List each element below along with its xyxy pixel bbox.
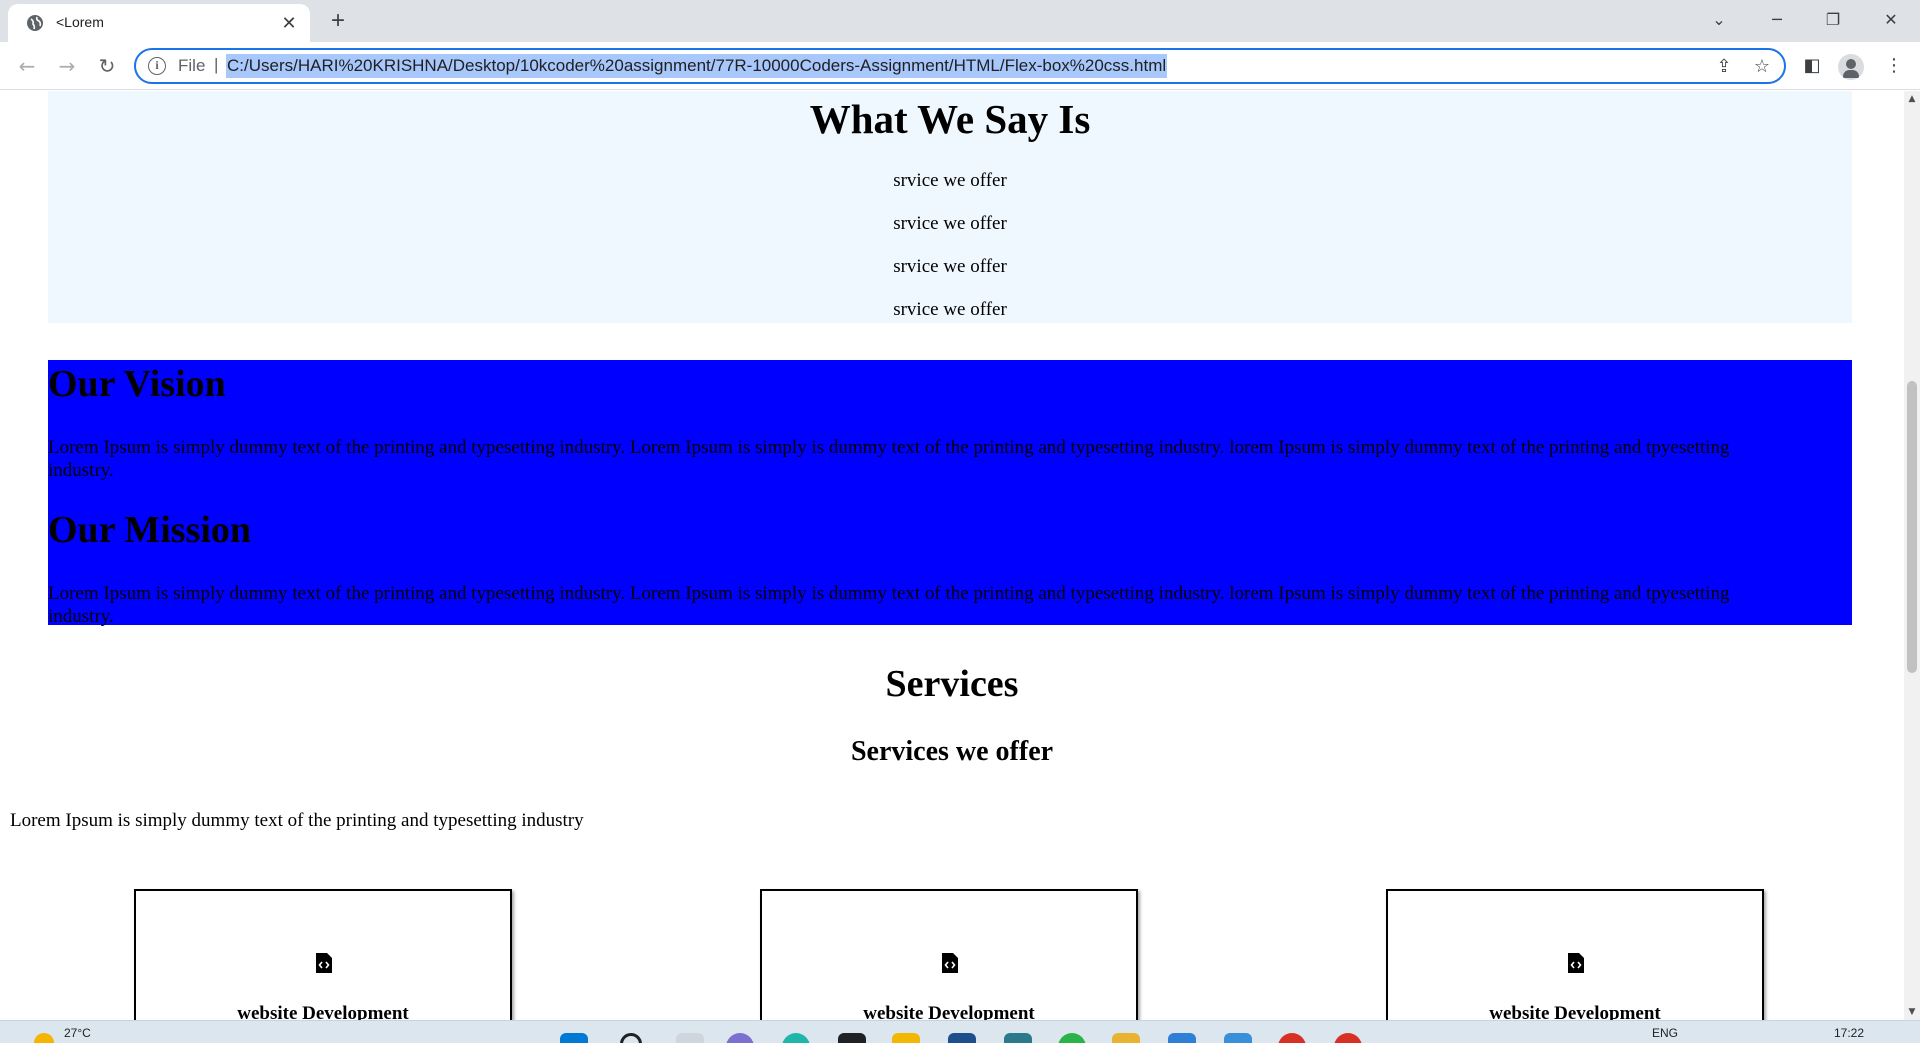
- restore-button[interactable]: ❐: [1810, 4, 1856, 36]
- say-item: srvice we offer: [893, 213, 1007, 234]
- forward-arrow-icon[interactable]: →: [52, 51, 82, 81]
- share-icon[interactable]: ⇪: [1712, 55, 1736, 79]
- file-explorer-icon[interactable]: [892, 1033, 920, 1043]
- info-icon[interactable]: i: [148, 57, 166, 75]
- card-title: website Development: [1489, 1003, 1661, 1020]
- search-icon[interactable]: [620, 1033, 642, 1043]
- clock-time[interactable]: 17:22: [1834, 1026, 1864, 1040]
- section-title: What We Say Is: [809, 96, 1091, 142]
- chrome-icon[interactable]: [1334, 1033, 1362, 1043]
- page-scrollbar[interactable]: ▲ ▼: [1904, 91, 1920, 1020]
- page-viewport: What We Say Is srvice we offer srvice we…: [0, 91, 1904, 1020]
- minimize-button[interactable]: ─: [1754, 4, 1800, 36]
- windows-start-icon[interactable]: [560, 1033, 588, 1043]
- scroll-up-arrow-icon[interactable]: ▲: [1904, 91, 1920, 107]
- card-title: website Development: [237, 1003, 409, 1020]
- side-panel-icon[interactable]: ◧: [1798, 52, 1826, 80]
- file-code-icon: [316, 953, 332, 973]
- service-card: website Development: [760, 889, 1138, 1020]
- chat-app-icon[interactable]: [726, 1033, 754, 1043]
- app-icon[interactable]: [1224, 1033, 1252, 1043]
- globe-icon: [27, 15, 43, 31]
- tab-title: <Lorem: [56, 14, 104, 30]
- services-description: Lorem Ipsum is simply dummy text of the …: [10, 810, 584, 831]
- edge-browser-icon[interactable]: [782, 1033, 810, 1043]
- services-title: Services: [885, 663, 1019, 705]
- reload-icon[interactable]: ↻: [92, 51, 122, 81]
- bookmark-star-icon[interactable]: ☆: [1750, 55, 1774, 79]
- tab-search-chevron-icon[interactable]: ⌄: [1696, 4, 1742, 36]
- task-view-icon[interactable]: [676, 1033, 704, 1043]
- address-bar[interactable]: i File | C:/Users/HARI%20KRISHNA/Desktop…: [134, 48, 1786, 84]
- app-icon[interactable]: [1278, 1033, 1306, 1043]
- say-item: srvice we offer: [893, 256, 1007, 277]
- spotify-icon[interactable]: [1058, 1033, 1086, 1043]
- scroll-thumb[interactable]: [1907, 381, 1917, 673]
- store-app-icon[interactable]: [948, 1033, 976, 1043]
- new-tab-button[interactable]: +: [324, 8, 352, 36]
- close-tab-icon[interactable]: ✕: [278, 12, 300, 34]
- tab-strip: <Lorem ✕ + ⌄ ─ ❐ ✕: [0, 0, 1920, 42]
- vision-mission-section: Our Vision Lorem Ipsum is simply dummy t…: [48, 360, 1852, 627]
- app-icon[interactable]: [1112, 1033, 1140, 1043]
- weather-sun-icon[interactable]: [34, 1033, 54, 1043]
- say-item: srvice we offer: [893, 170, 1007, 191]
- url-text[interactable]: C:/Users/HARI%20KRISHNA/Desktop/10kcoder…: [226, 54, 1168, 78]
- widgets-app-icon[interactable]: [838, 1033, 866, 1043]
- file-code-icon: [942, 953, 958, 973]
- os-taskbar: 27°C ENG 17:22: [0, 1020, 1920, 1043]
- profile-avatar[interactable]: [1838, 54, 1864, 80]
- browser-tab[interactable]: <Lorem ✕: [8, 4, 310, 42]
- url-separator: |: [214, 55, 219, 74]
- mission-heading: Our Mission: [48, 509, 252, 551]
- url-scheme-label: File: [178, 56, 206, 75]
- card-title: website Development: [863, 1003, 1035, 1020]
- app-icon[interactable]: [1004, 1033, 1032, 1043]
- close-window-button[interactable]: ✕: [1868, 4, 1914, 36]
- input-language[interactable]: ENG: [1652, 1026, 1678, 1040]
- vscode-icon[interactable]: [1168, 1033, 1196, 1043]
- browser-toolbar: ← → ↻ i File | C:/Users/HARI%20KRISHNA/D…: [0, 42, 1920, 90]
- service-card: website Development: [1386, 889, 1764, 1020]
- what-we-say-section: What We Say Is srvice we offer srvice we…: [48, 91, 1852, 323]
- say-item: srvice we offer: [893, 299, 1007, 320]
- menu-kebab-icon[interactable]: ⋮: [1880, 52, 1908, 80]
- weather-temperature[interactable]: 27°C: [64, 1026, 91, 1040]
- mission-text: Lorem Ipsum is simply dummy text of the …: [48, 583, 1730, 627]
- vision-heading: Our Vision: [48, 363, 226, 405]
- back-arrow-icon[interactable]: ←: [12, 51, 42, 81]
- scroll-down-arrow-icon[interactable]: ▼: [1904, 1004, 1920, 1020]
- services-subtitle: Services we offer: [850, 736, 1054, 767]
- vision-text: Lorem Ipsum is simply dummy text of the …: [48, 437, 1730, 481]
- file-code-icon: [1568, 953, 1584, 973]
- service-card: website Development: [134, 889, 512, 1020]
